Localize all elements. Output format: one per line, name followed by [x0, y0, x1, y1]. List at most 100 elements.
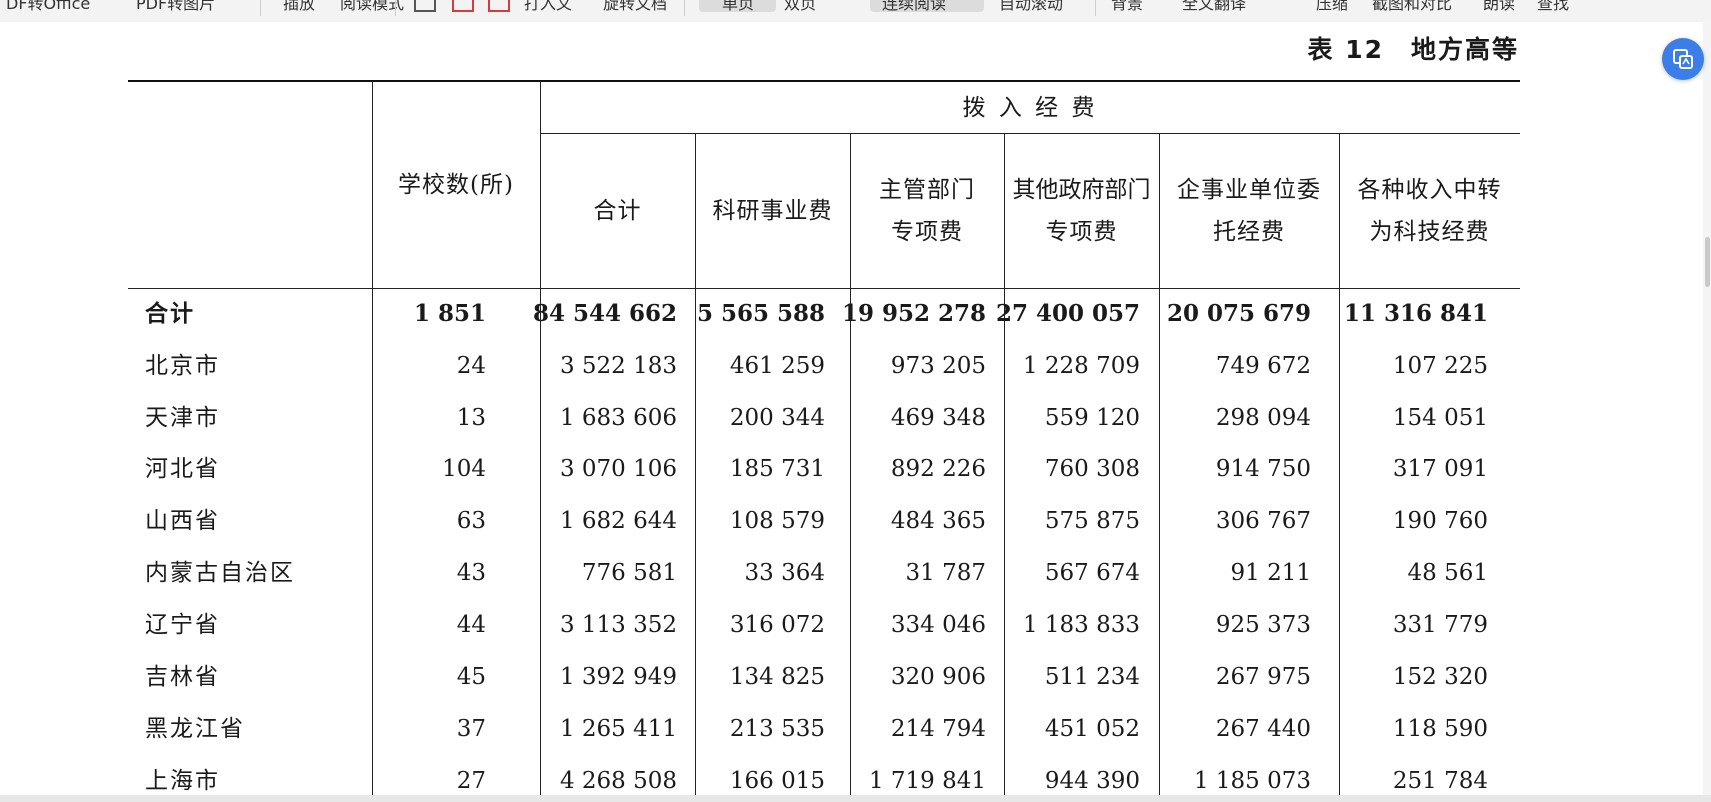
research-cell: 33 364	[744, 560, 825, 586]
total-cell: 1 682 644	[559, 508, 677, 534]
total-cell: 1 392 949	[559, 664, 677, 690]
full-translate-button[interactable]: 全文翻译	[1182, 0, 1246, 15]
enterprise-cell: 267 975	[1215, 664, 1311, 690]
insert-text-button[interactable]: 打入文	[524, 0, 572, 15]
split-icon[interactable]	[452, 0, 474, 12]
toolbar-divider	[395, 0, 396, 16]
page-icon[interactable]	[414, 0, 436, 12]
dept-cell: 1 719 841	[868, 768, 986, 794]
continuous-reading-button[interactable]: 连续阅读	[882, 0, 946, 15]
other-gov-cell: 567 674	[1044, 560, 1140, 586]
header-dept-line2: 专项费	[891, 219, 963, 245]
income-cell: 251 784	[1392, 768, 1488, 794]
schools-cell: 44	[456, 612, 486, 638]
toolbar-divider	[684, 0, 685, 16]
region-cell: 吉林省	[145, 664, 220, 690]
income-cell: 118 590	[1392, 716, 1488, 742]
enterprise-cell: 306 767	[1215, 508, 1311, 534]
schools-cell: 13	[456, 405, 486, 431]
play-button[interactable]: 插放	[283, 0, 315, 15]
other-gov-cell: 944 390	[1044, 768, 1140, 794]
region-cell: 黑龙江省	[145, 716, 245, 742]
single-page-button[interactable]: 单页	[722, 0, 754, 15]
pdf-to-image-button[interactable]: PDF转图片	[136, 0, 215, 15]
float-action-button[interactable]	[1662, 38, 1704, 80]
dept-cell: 484 365	[890, 508, 986, 534]
header-income-line1: 各种收入中转	[1357, 177, 1502, 203]
research-cell: 200 344	[729, 405, 825, 431]
region-cell: 天津市	[145, 405, 220, 431]
find-button[interactable]: 查找	[1537, 0, 1569, 15]
schools-cell: 43	[456, 560, 486, 586]
total-cell: 4 268 508	[559, 768, 677, 794]
enterprise-cell: 20 075 679	[1166, 300, 1311, 327]
income-cell: 154 051	[1392, 405, 1488, 431]
schools-cell: 104	[442, 456, 486, 482]
enterprise-cell: 925 373	[1215, 612, 1311, 638]
scrollbar-thumb[interactable]	[1705, 237, 1710, 287]
toolbar-divider	[1095, 0, 1096, 16]
pdf-to-office-button[interactable]: DF转Office	[6, 0, 90, 15]
other-gov-cell: 451 052	[1044, 716, 1140, 742]
total-cell: 1 683 606	[559, 405, 677, 431]
translate-icon	[1673, 49, 1693, 69]
other-gov-cell: 1 228 709	[1022, 353, 1140, 379]
vertical-scrollbar[interactable]	[1703, 22, 1711, 795]
auto-scroll-button[interactable]: 自动滚动	[999, 0, 1063, 15]
other-gov-cell: 511 234	[1044, 664, 1140, 690]
region-cell: 合计	[145, 300, 195, 327]
dept-cell: 892 226	[890, 456, 986, 482]
enterprise-cell: 1 185 073	[1193, 768, 1311, 794]
dept-cell: 334 046	[890, 612, 986, 638]
compress-button[interactable]: 压缩	[1316, 0, 1348, 15]
background-button[interactable]: 背景	[1111, 0, 1143, 15]
double-page-button[interactable]: 双页	[784, 0, 816, 15]
region-cell: 河北省	[145, 456, 220, 482]
column-divider	[695, 133, 696, 795]
header-other-gov-line2: 专项费	[1045, 219, 1118, 245]
rotate-document-button[interactable]: 旋转文档	[603, 0, 667, 15]
total-cell: 3 113 352	[559, 612, 677, 638]
income-cell: 331 779	[1392, 612, 1488, 638]
header-bottom-rule	[128, 288, 1520, 289]
region-cell: 上海市	[145, 768, 220, 794]
screenshot-compare-button[interactable]: 截图和对比	[1372, 0, 1452, 15]
toolbar: DF转Office PDF转图片 插放 阅读模式 打入文 旋转文档 单页 双页 …	[0, 0, 1711, 23]
column-divider	[540, 81, 541, 795]
horizontal-scrollbar[interactable]	[0, 795, 1711, 802]
region-cell: 辽宁省	[145, 612, 220, 638]
research-cell: 185 731	[729, 456, 825, 482]
region-cell: 山西省	[145, 508, 220, 534]
research-cell: 108 579	[729, 508, 825, 534]
income-cell: 190 760	[1392, 508, 1488, 534]
income-cell: 48 561	[1407, 560, 1488, 586]
dept-cell: 31 787	[905, 560, 986, 586]
income-cell: 107 225	[1392, 353, 1488, 379]
total-cell: 1 265 411	[559, 716, 677, 742]
table-title: 表 12 地方高等	[1307, 35, 1519, 64]
income-cell: 11 316 841	[1343, 300, 1488, 327]
header-research: 科研事业费	[712, 198, 833, 224]
total-cell: 3 522 183	[559, 353, 677, 379]
region-cell: 内蒙古自治区	[145, 560, 295, 586]
other-gov-cell: 575 875	[1044, 508, 1140, 534]
header-funding-group: 拨 入 经 费	[962, 95, 1098, 121]
income-cell: 152 320	[1392, 664, 1488, 690]
enterprise-cell: 914 750	[1215, 456, 1311, 482]
toolbar-divider	[260, 0, 261, 16]
income-cell: 317 091	[1392, 456, 1488, 482]
enterprise-cell: 91 211	[1230, 560, 1311, 586]
group-header-rule	[540, 133, 1520, 134]
header-enterprise-line2: 托经费	[1213, 219, 1285, 245]
table-top-rule	[128, 80, 1520, 82]
header-other-gov-line1: 其他政府部门	[1012, 177, 1151, 203]
dept-cell: 973 205	[890, 353, 986, 379]
research-cell: 213 535	[729, 716, 825, 742]
merge-icon[interactable]	[488, 0, 510, 12]
header-enterprise-line1: 企事业单位委	[1177, 177, 1321, 203]
schools-cell: 24	[456, 353, 486, 379]
total-cell: 776 581	[581, 560, 677, 586]
research-cell: 166 015	[729, 768, 825, 794]
read-aloud-button[interactable]: 朗读	[1483, 0, 1515, 15]
schools-cell: 45	[456, 664, 486, 690]
